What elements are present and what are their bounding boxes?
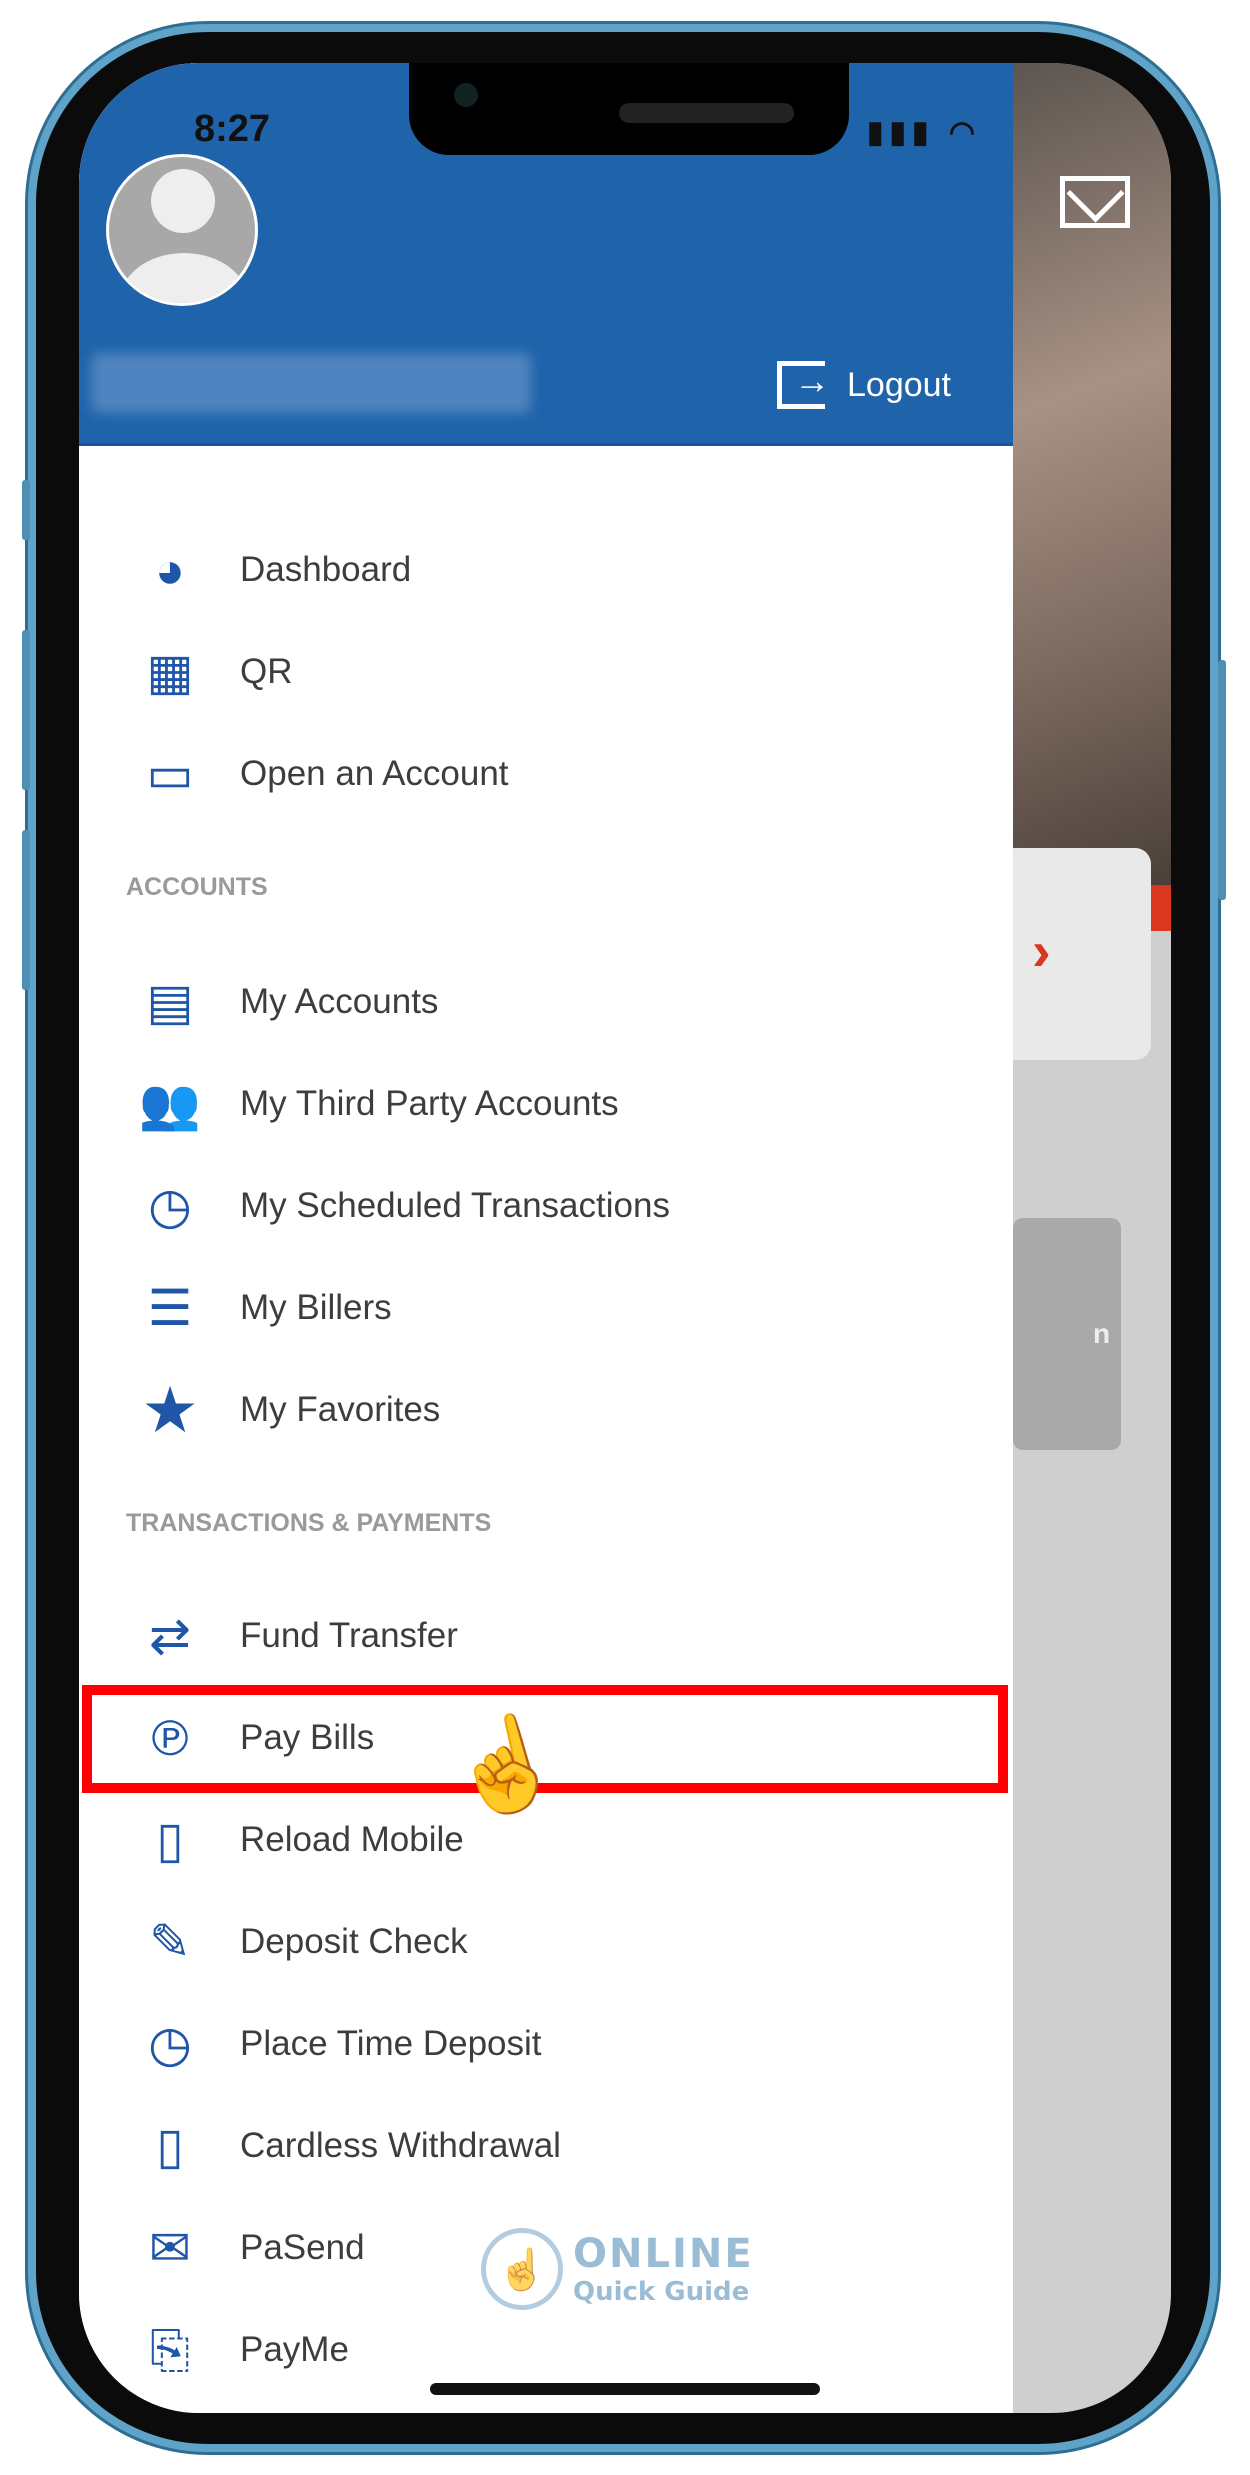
menu-item-label: Dashboard <box>240 550 412 589</box>
user-avatar-icon[interactable] <box>106 154 258 306</box>
menu-item-qr[interactable]: ▦ QR <box>79 627 1013 717</box>
status-time: 8:27 <box>194 108 271 150</box>
menu-item-label: My Third Party Accounts <box>240 1084 619 1123</box>
menu-item-label: PaSend <box>240 2228 365 2267</box>
screen: › n 8:27 ▮▮▮ ◠ Logout ◕ Dashboard ▦ QR ▭ Open… <box>79 63 1171 2413</box>
logout-icon <box>777 360 830 409</box>
menu-item-label: My Billers <box>240 1288 392 1327</box>
home-indicator[interactable] <box>430 2383 820 2395</box>
receipt-icon: ☰ <box>147 1280 193 1336</box>
menu-item-fund-transfer[interactable]: ⇄ Fund Transfer <box>79 1591 1013 1681</box>
menu-item-open-an-account[interactable]: ▭ Open an Account <box>79 729 1013 819</box>
time-deposit-icon: ◷ <box>148 2016 192 2072</box>
camera <box>454 83 478 107</box>
menu-item-label: My Accounts <box>240 982 439 1021</box>
speaker <box>619 103 794 123</box>
logout-label: Logout <box>847 365 951 404</box>
power-button <box>1218 660 1226 900</box>
id-card-icon: ▤ <box>146 974 194 1030</box>
menu-item-my-favorites[interactable]: ★ My Favorites <box>79 1365 1013 1455</box>
qr-icon: ▦ <box>146 644 194 700</box>
section-title-transactions: TRANSACTIONS & PAYMENTS <box>126 1509 492 1537</box>
menu-item-my-accounts[interactable]: ▤ My Accounts <box>79 957 1013 1047</box>
watermark-line2: Quick Guide <box>573 2277 750 2307</box>
menu-item-label: My Scheduled Transactions <box>240 1186 670 1225</box>
open-account-icon: ▭ <box>146 746 194 802</box>
menu-item-payme[interactable]: ⎘ PayMe <box>79 2305 1013 2395</box>
users-icon: 👥 <box>138 1075 202 1132</box>
mute-switch <box>22 480 30 540</box>
menu-item-dashboard[interactable]: ◕ Dashboard <box>79 525 1013 615</box>
fund-transfer-icon: ⇄ <box>149 1608 191 1664</box>
menu-item-label: Place Time Deposit <box>240 2024 542 2063</box>
payme-icon: ⎘ <box>150 2321 190 2378</box>
menu-item-deposit-check[interactable]: ✎ Deposit Check <box>79 1897 1013 1987</box>
background-tile[interactable]: n <box>1013 1218 1121 1450</box>
user-name-blurred <box>91 353 531 413</box>
cardless-icon: ▯ <box>156 2118 184 2174</box>
navigation-drawer: Logout ◕ Dashboard ▦ QR ▭ Open an Account ACCO… <box>79 63 1013 2413</box>
pasend-icon: ✉ <box>149 2220 191 2276</box>
menu-item-label: Deposit Check <box>240 1922 468 1961</box>
menu-item-place-time-deposit[interactable]: ◷ Place Time Deposit <box>79 1999 1013 2089</box>
mobile-icon: ▯ <box>156 1812 184 1868</box>
menu-item-label: QR <box>240 652 293 691</box>
check-icon: ✎ <box>149 1914 191 1970</box>
background-card[interactable] <box>999 848 1151 1060</box>
menu-item-label: PayMe <box>240 2330 349 2369</box>
clock-calendar-icon: ◷ <box>148 1178 192 1234</box>
menu-item-label: Cardless Withdrawal <box>240 2126 561 2165</box>
logout-button[interactable]: Logout <box>777 360 951 409</box>
watermark-logo: ☝ ONLINE Quick Guide <box>481 2228 754 2310</box>
mail-icon[interactable] <box>1060 176 1130 228</box>
menu-item-label: Reload Mobile <box>240 1820 464 1859</box>
watermark-line1: ONLINE <box>573 2231 754 2277</box>
signal-wifi-icon: ▮▮▮ ◠ <box>867 116 982 149</box>
chevron-right-icon[interactable]: › <box>1032 918 1051 983</box>
menu-item-my-third-party-accounts[interactable]: 👥 My Third Party Accounts <box>79 1059 1013 1149</box>
star-icon: ★ <box>141 1373 199 1446</box>
menu-item-label: Fund Transfer <box>240 1616 458 1655</box>
menu-item-label: My Favorites <box>240 1390 441 1429</box>
section-title-accounts: ACCOUNTS <box>126 873 268 901</box>
dashboard-icon: ◕ <box>154 542 186 598</box>
tile-text: n <box>1093 1318 1111 1349</box>
menu-item-label: Open an Account <box>240 754 509 793</box>
menu-item-cardless-withdrawal[interactable]: ▯ Cardless Withdrawal <box>79 2101 1013 2191</box>
volume-up-button <box>22 630 30 790</box>
volume-down-button <box>22 830 30 990</box>
menu-item-my-scheduled-transactions[interactable]: ◷ My Scheduled Transactions <box>79 1161 1013 1251</box>
menu-item-my-billers[interactable]: ☰ My Billers <box>79 1263 1013 1353</box>
